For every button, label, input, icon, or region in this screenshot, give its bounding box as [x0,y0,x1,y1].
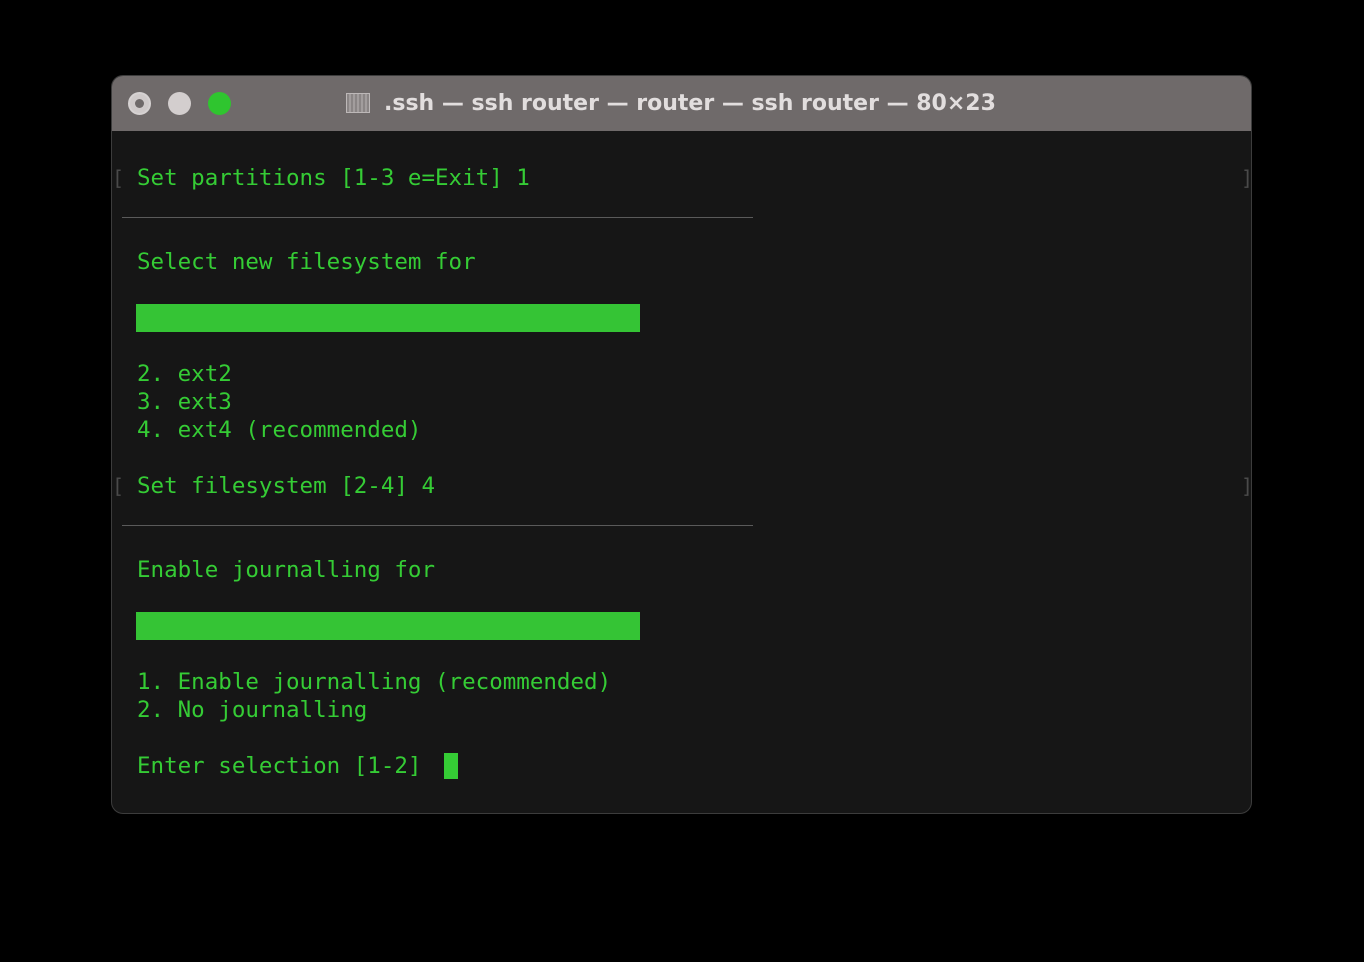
fs-option-ext2: 2. ext2 [137,361,232,387]
fs-option-ext3: 3. ext3 [137,389,232,415]
mark-bracket-left: [ [112,474,125,498]
device-name-redacted [136,612,640,640]
mark-bracket-right: ] [1241,472,1251,500]
mark-bracket-right: ] [1241,164,1251,192]
mark-bracket-left: [ [112,166,125,190]
heading-filesystem: Select new filesystem for [137,249,476,275]
separator-line [122,217,753,218]
terminal-window: .ssh — ssh router — router — ssh router … [112,76,1251,813]
window-title-text: .ssh — ssh router — router — ssh router … [384,90,996,116]
title-bar[interactable]: .ssh — ssh router — router — ssh router … [112,76,1251,131]
zoom-button[interactable] [208,92,231,115]
window-title: .ssh — ssh router — router — ssh router … [346,88,996,118]
device-name-redacted [136,304,640,332]
heading-journal: Enable journalling for [137,557,436,583]
close-button[interactable] [128,92,151,115]
prompt-filesystem: Set filesystem [2-4] 4 [137,473,436,499]
journal-option-none: 2. No journalling [137,697,368,723]
terminal-icon [346,93,370,113]
minimize-button[interactable] [168,92,191,115]
text-cursor[interactable] [444,753,458,779]
prompt-selection: Enter selection [1-2] [137,753,436,779]
prompt-partitions: Set partitions [1-3 e=Exit] 1 [137,165,530,191]
journal-option-enable: 1. Enable journalling (recommended) [137,669,612,695]
fs-option-ext4: 4. ext4 (recommended) [137,417,422,443]
separator-line [122,525,753,526]
